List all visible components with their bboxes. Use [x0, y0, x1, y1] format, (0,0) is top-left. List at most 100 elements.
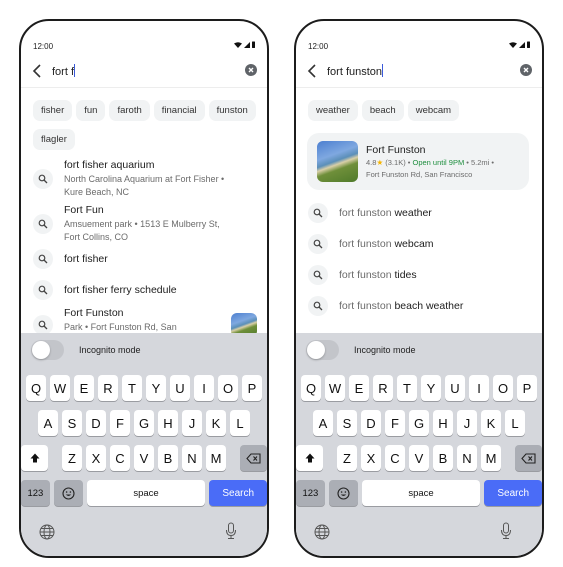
key[interactable]: L — [230, 410, 250, 436]
key[interactable]: A — [313, 410, 333, 436]
key[interactable]: D — [361, 410, 381, 436]
key[interactable]: L — [505, 410, 525, 436]
numbers-key[interactable]: 123 — [21, 480, 50, 506]
chip[interactable]: fun — [76, 100, 106, 121]
key[interactable]: G — [409, 410, 429, 436]
key[interactable]: K — [481, 410, 501, 436]
key[interactable]: P — [517, 375, 537, 401]
shift-key[interactable] — [296, 445, 323, 471]
key[interactable]: X — [361, 445, 381, 471]
search-input[interactable]: fort f — [52, 64, 76, 78]
key[interactable]: V — [409, 445, 429, 471]
key[interactable]: Y — [421, 375, 441, 401]
key[interactable]: Z — [337, 445, 357, 471]
key[interactable]: X — [86, 445, 106, 471]
suggestion-row[interactable]: fort funston beach weather — [296, 296, 542, 327]
key[interactable]: S — [337, 410, 357, 436]
search-key[interactable]: Search — [209, 480, 267, 506]
microphone-icon[interactable] — [225, 522, 237, 540]
key[interactable]: R — [373, 375, 393, 401]
microphone-icon[interactable] — [500, 522, 512, 540]
backspace-key[interactable] — [240, 445, 267, 471]
key[interactable]: I — [194, 375, 214, 401]
globe-icon[interactable] — [314, 524, 330, 540]
shift-key[interactable] — [21, 445, 48, 471]
key[interactable]: Q — [26, 375, 46, 401]
chip[interactable]: flagler — [33, 129, 75, 150]
key[interactable]: K — [206, 410, 226, 436]
key[interactable]: U — [445, 375, 465, 401]
chip[interactable]: funston — [208, 100, 256, 121]
key[interactable]: C — [385, 445, 405, 471]
clear-circle-icon[interactable] — [520, 64, 532, 76]
divider — [296, 87, 542, 88]
suggestion-row[interactable]: fort fisher aquarium North Carolina Aqua… — [21, 159, 267, 201]
key[interactable]: M — [206, 445, 226, 471]
suggestion-row[interactable]: fort fisher ferry schedule — [21, 280, 267, 304]
chevron-left-icon[interactable] — [31, 63, 45, 79]
clear-circle-icon[interactable] — [245, 64, 257, 76]
key[interactable]: W — [50, 375, 70, 401]
search-input[interactable]: fort funston — [327, 64, 384, 78]
space-key[interactable]: space — [361, 480, 481, 506]
suggestion-title: fort fisher — [64, 253, 108, 265]
globe-icon[interactable] — [39, 524, 55, 540]
incognito-toggle[interactable] — [306, 340, 339, 360]
key[interactable]: N — [457, 445, 477, 471]
key[interactable]: N — [182, 445, 202, 471]
place-card[interactable]: Fort Funston 4.8★ (3.1K) • Open until 9P… — [307, 133, 529, 190]
key[interactable]: U — [170, 375, 190, 401]
key[interactable]: B — [158, 445, 178, 471]
key[interactable]: R — [98, 375, 118, 401]
emoji-key[interactable] — [53, 480, 83, 506]
phone-left: 12:00 fort f fisher fun faroth financial… — [19, 19, 269, 558]
key[interactable]: J — [457, 410, 477, 436]
incognito-toggle[interactable] — [31, 340, 64, 360]
key[interactable]: T — [122, 375, 142, 401]
magnifier-icon — [308, 234, 328, 254]
key[interactable]: T — [397, 375, 417, 401]
key[interactable]: Y — [146, 375, 166, 401]
key[interactable]: J — [182, 410, 202, 436]
key[interactable]: Z — [62, 445, 82, 471]
key[interactable]: S — [62, 410, 82, 436]
chip[interactable]: weather — [308, 100, 358, 121]
search-key[interactable]: Search — [484, 480, 542, 506]
suggestion-row[interactable]: fort funston weather — [296, 203, 542, 234]
key[interactable]: M — [481, 445, 501, 471]
numbers-key[interactable]: 123 — [296, 480, 325, 506]
space-key[interactable]: space — [86, 480, 206, 506]
key[interactable]: D — [86, 410, 106, 436]
key[interactable]: B — [433, 445, 453, 471]
backspace-key[interactable] — [515, 445, 542, 471]
suggestion-row[interactable]: fort funston tides — [296, 265, 542, 296]
key[interactable]: G — [134, 410, 154, 436]
suggestion-row[interactable]: fort funston webcam — [296, 234, 542, 265]
key[interactable]: H — [433, 410, 453, 436]
place-address: Fort Funston Rd, San Francisco — [366, 170, 473, 179]
emoji-key[interactable] — [328, 480, 358, 506]
key[interactable]: P — [242, 375, 262, 401]
key[interactable]: W — [325, 375, 345, 401]
chip[interactable]: fisher — [33, 100, 73, 121]
key[interactable]: O — [493, 375, 513, 401]
suggestion-row[interactable]: Fort Fun Amsuement park • 1513 E Mulberr… — [21, 204, 267, 246]
key[interactable]: F — [385, 410, 405, 436]
key[interactable]: E — [349, 375, 369, 401]
place-thumbnail — [317, 141, 358, 182]
chip[interactable]: beach — [361, 100, 404, 121]
chevron-left-icon[interactable] — [306, 63, 320, 79]
key[interactable]: A — [38, 410, 58, 436]
chip[interactable]: financial — [153, 100, 205, 121]
suggestion-row[interactable]: fort fisher — [21, 249, 267, 273]
key[interactable]: F — [110, 410, 130, 436]
chip[interactable]: faroth — [109, 100, 150, 121]
key[interactable]: O — [218, 375, 238, 401]
key[interactable]: H — [158, 410, 178, 436]
key[interactable]: V — [134, 445, 154, 471]
key[interactable]: E — [74, 375, 94, 401]
key[interactable]: Q — [301, 375, 321, 401]
key[interactable]: I — [469, 375, 489, 401]
chip[interactable]: webcam — [407, 100, 460, 121]
key[interactable]: C — [110, 445, 130, 471]
